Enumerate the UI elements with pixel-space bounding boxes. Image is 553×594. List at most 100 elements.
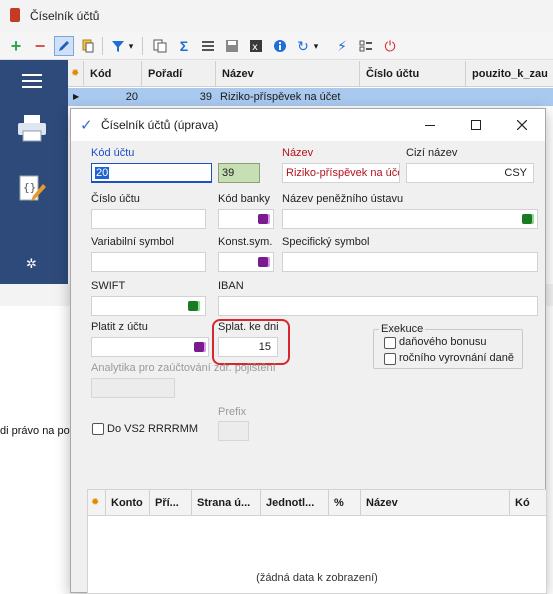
exekuce-title: Exekuce (379, 323, 426, 335)
specificky-symbol-field[interactable] (282, 252, 538, 272)
nazev-field[interactable]: Riziko-příspěvek na úče (282, 163, 400, 183)
rocniho-vyrovnani-checkbox[interactable] (384, 353, 396, 365)
info-icon[interactable] (270, 36, 290, 56)
column-header[interactable]: Jednotl... (261, 490, 329, 516)
nazev-ustavu-field[interactable] (282, 209, 538, 229)
background-window-title: Číselník účtů (30, 9, 100, 23)
settings-gear-icon[interactable]: ✲ (26, 256, 37, 272)
column-header[interactable]: Kó (510, 490, 546, 516)
cislo-uctu-field[interactable] (91, 209, 206, 229)
close-button[interactable] (499, 109, 545, 141)
toolbar-separator (142, 37, 143, 55)
iban-field[interactable] (218, 296, 538, 316)
specificky-symbol-label: Specifický symbol (282, 236, 370, 248)
svg-text:x: x (252, 42, 258, 53)
power-icon[interactable]: ⏻ (380, 36, 400, 56)
kod-banky-label: Kód banky (218, 193, 270, 205)
toolbar: + − ▾ Σ x ↻ ▾ ⚡ ⏻ (0, 32, 553, 60)
detail-grid-header: ✹ Konto Pří... Strana ú... Jednotl... % … (88, 490, 546, 516)
app-icon (10, 8, 20, 22)
checklist-icon[interactable] (356, 36, 376, 56)
lookup-book-icon[interactable] (258, 214, 270, 224)
refresh-dropdown-icon[interactable]: ▾ (310, 36, 322, 56)
kod-color-field[interactable]: 39 (218, 163, 260, 183)
do-vs2-label: Do VS2 RRRRMM (107, 423, 199, 435)
kod-uctu-field[interactable]: 20 (91, 163, 212, 183)
kod-uctu-label: Kód účtu (91, 147, 135, 159)
dialog-title: Číselník účtů (úprava) (101, 118, 219, 132)
column-header[interactable]: Název (216, 61, 360, 87)
prefix-label: Prefix (218, 406, 247, 418)
row-pointer-icon: ▶ (73, 92, 80, 101)
lookup-book-icon[interactable] (522, 214, 534, 224)
table-row[interactable]: ▶ 20 39 Riziko-příspěvek na účet (68, 88, 553, 106)
platit-z-uctu-field[interactable] (91, 337, 209, 357)
analytika-field[interactable] (91, 378, 175, 398)
nazev-label: Název (282, 147, 314, 159)
platit-z-uctu-label: Platit z účtu (91, 321, 148, 333)
detail-grid: ✹ Konto Pří... Strana ú... Jednotl... % … (87, 489, 547, 594)
column-header[interactable]: Pořadí (142, 61, 216, 87)
edit-dialog: ✓ Číselník účtů (úprava) Kód účtu 20 39 … (70, 108, 547, 594)
danoveho-bonusu-label: daňového bonusu (399, 336, 487, 348)
background-text: di právo na pov (0, 425, 76, 437)
checkmark-icon: ✓ (80, 117, 93, 134)
grid-header: ✹ Kód Pořadí Název Číslo účtu pouzito_k_… (68, 61, 553, 87)
add-icon[interactable]: + (6, 36, 26, 56)
save-icon[interactable] (222, 36, 242, 56)
analytika-label: Analytika pro zaúčtování zdr. pojištění (91, 362, 276, 374)
printer-icon[interactable] (17, 114, 47, 142)
variabilni-symbol-field[interactable] (91, 252, 206, 272)
remove-icon[interactable]: − (30, 36, 50, 56)
column-header[interactable]: pouzito_k_zau (466, 61, 553, 87)
column-header[interactable]: Číslo účtu (360, 61, 466, 87)
dialog-titlebar: ✓ Číselník účtů (úprava) (71, 109, 545, 141)
maximize-button[interactable] (453, 109, 499, 141)
splat-ke-dni-label: Splat. ke dni (218, 321, 279, 333)
grid-marker-icon: ✹ (88, 490, 106, 516)
sidebar: {} ✲ (0, 60, 68, 284)
cell-poradi: 39 (199, 91, 212, 103)
konst-sym-label: Konst.sym. (218, 236, 273, 248)
grid-marker-icon: ✹ (68, 61, 84, 87)
column-header[interactable]: Kód (84, 61, 142, 87)
column-header[interactable]: Pří... (150, 490, 192, 516)
edit-icon[interactable] (54, 36, 74, 56)
cell-nazev: Riziko-příspěvek na účet (220, 91, 341, 103)
cislo-uctu-label: Číslo účtu (91, 193, 140, 205)
minimize-button[interactable] (407, 109, 453, 141)
swift-label: SWIFT (91, 280, 126, 292)
filter-dropdown-icon[interactable]: ▾ (125, 36, 137, 56)
cizi-nazev-field[interactable]: CSY (406, 163, 534, 183)
cell-kod: 20 (125, 91, 138, 103)
lookup-book-icon[interactable] (194, 342, 206, 352)
column-header[interactable]: Název (361, 490, 510, 516)
list-icon[interactable] (198, 36, 218, 56)
cizi-nazev-label: Cizí název (406, 147, 458, 159)
rocniho-vyrovnani-label: ročního vyrovnání daně (399, 352, 514, 364)
lookup-book-icon[interactable] (188, 301, 200, 311)
kod-uctu-value: 20 (95, 167, 110, 179)
excel-icon[interactable]: x (246, 36, 266, 56)
splat-ke-dni-field[interactable]: 15 (218, 337, 278, 357)
do-vs2-checkbox[interactable] (92, 423, 104, 435)
iban-label: IBAN (218, 280, 244, 292)
lookup-book-icon[interactable] (258, 257, 270, 267)
svg-text:{}: {} (23, 181, 36, 194)
column-header[interactable]: Strana ú... (192, 490, 261, 516)
sum-icon[interactable]: Σ (174, 36, 194, 56)
prefix-field[interactable] (218, 421, 249, 441)
toolbar-separator (102, 37, 103, 55)
nazev-ustavu-label: Název peněžního ústavu (282, 193, 404, 205)
duplicate-icon[interactable] (150, 36, 170, 56)
column-header[interactable]: % (329, 490, 361, 516)
variabilni-symbol-label: Variabilní symbol (91, 236, 174, 248)
lightning-icon[interactable]: ⚡ (332, 36, 352, 56)
copy-icon[interactable] (78, 36, 98, 56)
column-header[interactable]: Konto (106, 490, 150, 516)
background-titlebar: Číselník účtů (0, 0, 553, 32)
danoveho-bonusu-checkbox[interactable] (384, 337, 396, 349)
empty-message: (žádná data k zobrazení) (256, 572, 378, 584)
menu-icon[interactable] (22, 74, 42, 88)
script-edit-icon[interactable]: {} (17, 174, 47, 204)
